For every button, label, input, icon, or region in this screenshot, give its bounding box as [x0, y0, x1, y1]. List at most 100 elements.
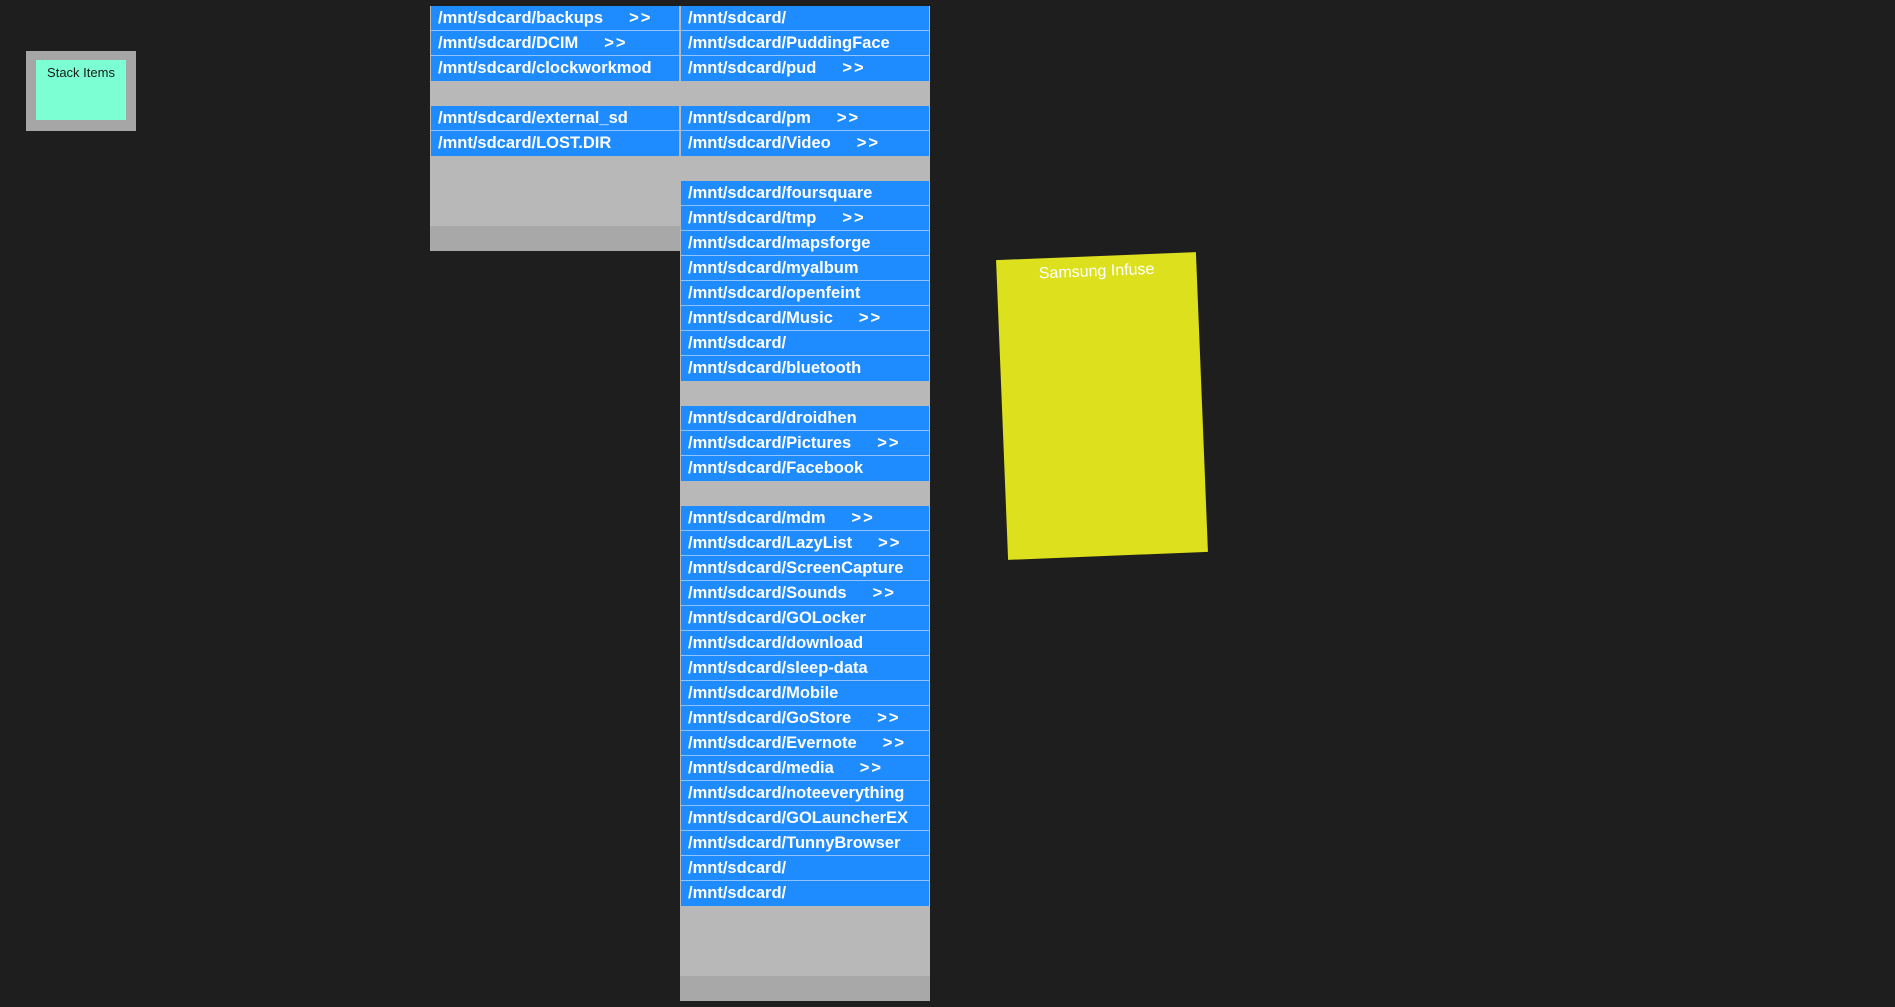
- expand-arrow-icon[interactable]: >>: [604, 34, 627, 52]
- folder-row[interactable]: /mnt/sdcard/external_sd: [431, 106, 679, 131]
- folder-row[interactable]: /mnt/sdcard/DCIM >>: [431, 31, 679, 56]
- expand-arrow-icon[interactable]: >>: [877, 434, 900, 452]
- folder-path-label: /mnt/sdcard/PuddingFace: [688, 34, 890, 52]
- folder-path-label: /mnt/sdcard/DCIM: [438, 34, 579, 52]
- folder-row[interactable]: /mnt/sdcard/pud >>: [681, 56, 929, 81]
- folder-path-label: /mnt/sdcard/Video: [688, 134, 831, 152]
- row-divider: [681, 455, 929, 456]
- device-card[interactable]: Samsung Infuse: [996, 252, 1208, 560]
- row-divider: [681, 55, 929, 56]
- row-divider: [681, 280, 929, 281]
- folder-path-label: /mnt/sdcard/openfeint: [688, 284, 861, 302]
- folder-row[interactable]: /mnt/sdcard/: [681, 881, 929, 906]
- stack-items-widget[interactable]: Stack Items: [26, 51, 136, 131]
- folder-row[interactable]: /mnt/sdcard/Evernote >>: [681, 731, 929, 756]
- folder-path-label: /mnt/sdcard/LazyList: [688, 534, 853, 552]
- folder-row[interactable]: /mnt/sdcard/TunnyBrowser: [681, 831, 929, 856]
- folder-row[interactable]: /mnt/sdcard/Pictures >>: [681, 431, 929, 456]
- folder-row[interactable]: /mnt/sdcard/pm >>: [681, 106, 929, 131]
- row-divider: [681, 780, 929, 781]
- folder-row[interactable]: /mnt/sdcard/Facebook: [681, 456, 929, 481]
- folder-row[interactable]: /mnt/sdcard/GOLocker: [681, 606, 929, 631]
- folder-row[interactable]: /mnt/sdcard/mdm >>: [681, 506, 929, 531]
- folder-row[interactable]: /mnt/sdcard/myalbum: [681, 256, 929, 281]
- column-footer: [680, 976, 930, 1001]
- row-divider: [681, 530, 929, 531]
- expand-arrow-icon[interactable]: >>: [877, 709, 900, 727]
- expand-arrow-icon[interactable]: >>: [860, 759, 883, 777]
- folder-row[interactable]: /mnt/sdcard/sleep-data: [681, 656, 929, 681]
- folder-row[interactable]: /mnt/sdcard/: [681, 856, 929, 881]
- expand-arrow-icon[interactable]: >>: [837, 109, 860, 127]
- folder-row[interactable]: /mnt/sdcard/Mobile: [681, 681, 929, 706]
- folder-row[interactable]: /mnt/sdcard/download: [681, 631, 929, 656]
- folder-row[interactable]: /mnt/sdcard/GoStore >>: [681, 706, 929, 731]
- folder-row[interactable]: /mnt/sdcard/droidhen: [681, 406, 929, 431]
- row-divider: [431, 55, 679, 56]
- expand-arrow-icon[interactable]: >>: [852, 509, 875, 527]
- row-divider: [431, 30, 679, 31]
- row-divider: [431, 130, 679, 131]
- folder-path-label: /mnt/sdcard/mapsforge: [688, 234, 871, 252]
- row-divider: [681, 880, 929, 881]
- row-divider: [681, 605, 929, 606]
- folder-row[interactable]: /mnt/sdcard/Music >>: [681, 306, 929, 331]
- folder-row[interactable]: /mnt/sdcard/backups >>: [431, 6, 679, 31]
- folder-path-label: /mnt/sdcard/GOLocker: [688, 609, 866, 627]
- folder-path-label: /mnt/sdcard/: [688, 859, 787, 877]
- row-divider: [681, 680, 929, 681]
- row-divider: [681, 305, 929, 306]
- folder-row[interactable]: /mnt/sdcard/ScreenCapture: [681, 556, 929, 581]
- folder-path-label: /mnt/sdcard/GoStore: [688, 709, 852, 727]
- folder-row[interactable]: /mnt/sdcard/LOST.DIR: [431, 131, 679, 156]
- folder-row[interactable]: /mnt/sdcard/: [681, 331, 929, 356]
- stack-items-label: Stack Items: [47, 65, 115, 80]
- folder-path-label: /mnt/sdcard/pud: [688, 59, 817, 77]
- folder-path-label: /mnt/sdcard/media: [688, 759, 834, 777]
- expand-arrow-icon[interactable]: >>: [842, 209, 865, 227]
- folder-path-label: /mnt/sdcard/backups: [438, 9, 604, 27]
- folder-path-label: /mnt/sdcard/: [688, 334, 787, 352]
- folder-row[interactable]: /mnt/sdcard/tmp >>: [681, 206, 929, 231]
- folder-row[interactable]: /mnt/sdcard/Video >>: [681, 131, 929, 156]
- folder-row[interactable]: /mnt/sdcard/PuddingFace: [681, 31, 929, 56]
- folder-row[interactable]: /mnt/sdcard/openfeint: [681, 281, 929, 306]
- row-divider: [681, 230, 929, 231]
- row-divider: [681, 555, 929, 556]
- folder-row[interactable]: /mnt/sdcard/bluetooth: [681, 356, 929, 381]
- row-divider: [681, 830, 929, 831]
- folder-path-label: /mnt/sdcard/Music: [688, 309, 833, 327]
- row-divider: [681, 580, 929, 581]
- row-divider: [681, 430, 929, 431]
- folder-row[interactable]: /mnt/sdcard/GOLauncherEX: [681, 806, 929, 831]
- row-divider: [681, 130, 929, 131]
- folder-group: /mnt/sdcard/external_sd/mnt/sdcard/LOST.…: [430, 106, 680, 156]
- row-divider: [681, 730, 929, 731]
- expand-arrow-icon[interactable]: >>: [857, 134, 880, 152]
- expand-arrow-icon[interactable]: >>: [873, 584, 896, 602]
- folder-row[interactable]: /mnt/sdcard/LazyList >>: [681, 531, 929, 556]
- folder-column-right: /mnt/sdcard/ /mnt/sdcard/PuddingFace/mnt/…: [680, 6, 930, 1001]
- folder-path-label: /mnt/sdcard/droidhen: [688, 409, 857, 427]
- folder-path-label: /mnt/sdcard/Pictures: [688, 434, 852, 452]
- row-divider: [681, 630, 929, 631]
- row-divider: [681, 855, 929, 856]
- folder-row[interactable]: /mnt/sdcard/foursquare: [681, 181, 929, 206]
- folder-row[interactable]: /mnt/sdcard/clockworkmod: [431, 56, 679, 81]
- expand-arrow-icon[interactable]: >>: [842, 59, 865, 77]
- folder-path-label: /mnt/sdcard/Facebook: [688, 459, 864, 477]
- folder-row[interactable]: /mnt/sdcard/Sounds >>: [681, 581, 929, 606]
- folder-row[interactable]: /mnt/sdcard/media >>: [681, 756, 929, 781]
- folder-path-label: /mnt/sdcard/TunnyBrowser: [688, 834, 901, 852]
- expand-arrow-icon[interactable]: >>: [878, 534, 901, 552]
- folder-row[interactable]: /mnt/sdcard/noteeverything: [681, 781, 929, 806]
- expand-arrow-icon[interactable]: >>: [629, 9, 652, 27]
- folder-row[interactable]: /mnt/sdcard/mapsforge: [681, 231, 929, 256]
- folder-row[interactable]: /mnt/sdcard/: [681, 6, 929, 31]
- stack-items-tile[interactable]: Stack Items: [36, 60, 126, 120]
- expand-arrow-icon[interactable]: >>: [859, 309, 882, 327]
- folder-path-label: /mnt/sdcard/noteeverything: [688, 784, 905, 802]
- expand-arrow-icon[interactable]: >>: [883, 734, 906, 752]
- folder-path-label: /mnt/sdcard/external_sd: [438, 109, 628, 127]
- row-divider: [681, 330, 929, 331]
